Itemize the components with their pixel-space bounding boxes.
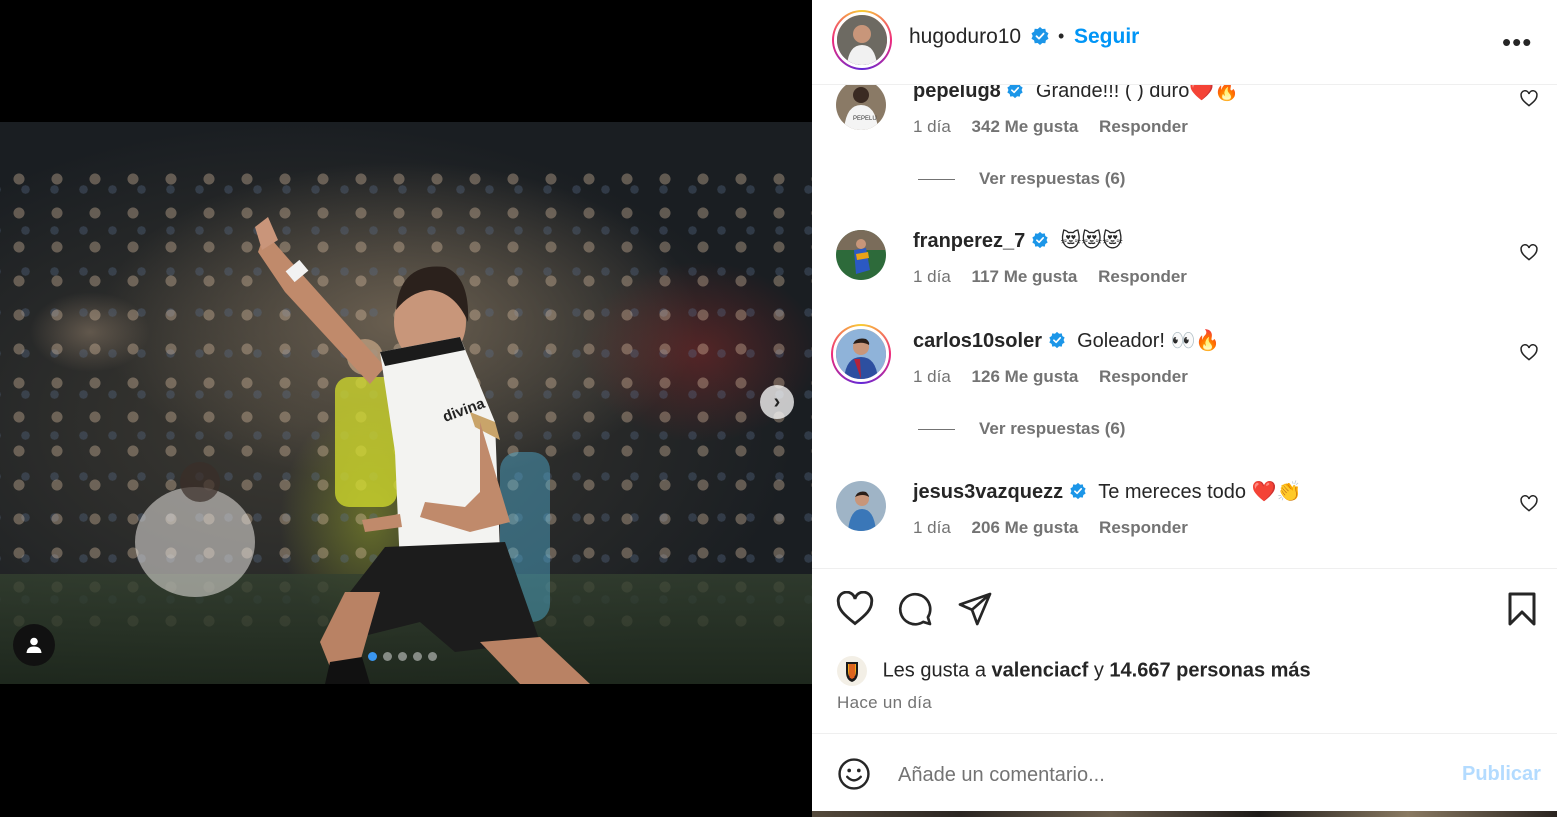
comment-meta: 1 día 206 Me gusta Responder	[913, 518, 1204, 538]
author-avatar-image	[837, 15, 887, 65]
commenter-avatar-image: PEPELU	[836, 85, 886, 130]
comment-username[interactable]: pepelug8	[913, 85, 1001, 102]
add-comment-bar: Publicar	[812, 733, 1557, 812]
verified-icon	[1069, 482, 1086, 499]
share-icon[interactable]	[957, 591, 993, 627]
view-replies-button[interactable]: Ver respuestas (6)	[918, 419, 1125, 439]
comment-meta: 1 día 126 Me gusta Responder	[913, 367, 1204, 387]
post-header: hugoduro10 • Seguir •••	[812, 0, 1557, 85]
user-tag-icon	[26, 637, 42, 653]
comment-meta: 1 día 342 Me gusta Responder	[913, 117, 1204, 137]
liker-avatar[interactable]	[837, 656, 867, 686]
comments-list[interactable]: PEPELU pepelug8 Grande!!! ( ) duro❤️🔥 1 …	[812, 85, 1557, 568]
carousel-indicator	[368, 652, 437, 661]
header-separator: •	[1058, 26, 1065, 46]
carousel-dot-3	[398, 652, 407, 661]
author-username-link[interactable]: hugoduro10	[909, 25, 1050, 49]
carousel-dot-5	[428, 652, 437, 661]
comment-like-heart-icon[interactable]	[1520, 90, 1538, 107]
publish-button[interactable]: Publicar	[1462, 763, 1541, 786]
likes-count-link[interactable]: 14.667 personas más	[1109, 659, 1310, 681]
view-replies-button[interactable]: Ver respuestas (6)	[918, 169, 1125, 189]
svg-text:PEPELU: PEPELU	[853, 116, 877, 122]
verified-icon	[1031, 26, 1049, 45]
player-figure: divina	[135, 217, 590, 684]
comment-time: 1 día	[913, 518, 951, 537]
view-replies-label: Ver respuestas (6)	[979, 169, 1126, 188]
comment-likes-link[interactable]: 342 Me gusta	[972, 117, 1079, 136]
comment-likes-link[interactable]: 206 Me gusta	[972, 518, 1079, 537]
comment-likes-link[interactable]: 126 Me gusta	[972, 367, 1079, 386]
commenter-avatar[interactable]: PEPELU	[836, 85, 886, 130]
comment-text: Goleador! 👀🔥	[1077, 330, 1221, 352]
valenciacf-logo-icon	[837, 656, 867, 686]
post-photo[interactable]: divina	[0, 122, 812, 684]
commenter-avatar-image	[836, 230, 886, 280]
likes-prefix: Les gusta a	[882, 659, 986, 682]
replies-line	[918, 179, 955, 181]
more-options-button[interactable]: •••	[1502, 27, 1532, 58]
carousel-dot-2	[383, 652, 392, 661]
comment-username[interactable]: franperez_7	[913, 230, 1025, 252]
reply-button[interactable]: Responder	[1098, 267, 1187, 286]
view-replies-label: Ver respuestas (6)	[979, 419, 1126, 438]
chevron-right-icon: ›	[773, 390, 781, 413]
commenter-avatar-image	[836, 329, 886, 379]
reply-button[interactable]: Responder	[1099, 367, 1188, 386]
comment-text: Grande!!! ( ) duro❤️🔥	[1035, 85, 1240, 102]
commenter-avatar[interactable]	[831, 324, 891, 384]
background-feed-strip	[812, 811, 1557, 817]
author-username: hugoduro10	[909, 25, 1022, 48]
comment-like-heart-icon[interactable]	[1520, 344, 1538, 361]
follow-button[interactable]: Seguir	[1074, 25, 1139, 49]
comment-like-heart-icon[interactable]	[1520, 495, 1538, 512]
replies-line	[918, 429, 955, 431]
comment-time: 1 día	[913, 117, 951, 136]
emoji-icon[interactable]	[837, 757, 871, 791]
commenter-avatar[interactable]	[836, 481, 886, 531]
carousel-next-button[interactable]: ›	[760, 385, 794, 419]
comment-meta: 1 día 117 Me gusta Responder	[913, 267, 1203, 287]
tagged-users-button[interactable]	[13, 624, 55, 666]
comment-text: 😻😻😻	[1060, 230, 1123, 252]
comment-time: 1 día	[913, 367, 951, 386]
author-avatar[interactable]	[832, 10, 892, 70]
comment-time: 1 día	[913, 267, 951, 286]
likes-summary: Les gusta a valenciacf y 14.667 personas…	[837, 656, 1311, 686]
commenter-avatar[interactable]	[836, 230, 886, 280]
media-panel: divina ›	[0, 0, 812, 817]
likes-connector: y	[1093, 659, 1104, 682]
carousel-dot-1	[368, 652, 377, 661]
reply-button[interactable]: Responder	[1099, 117, 1188, 136]
verified-icon	[1048, 331, 1065, 348]
commenter-avatar-image	[836, 481, 886, 531]
verified-icon	[1032, 231, 1048, 248]
comment-username[interactable]: carlos10soler	[913, 330, 1042, 352]
like-heart-icon[interactable]	[836, 591, 874, 626]
comment-like-heart-icon[interactable]	[1520, 244, 1538, 261]
liker-username[interactable]: valenciacf	[992, 659, 1089, 681]
post-actions: Les gusta a valenciacf y 14.667 personas…	[812, 568, 1557, 734]
comment-input[interactable]	[896, 760, 1420, 790]
post-side-panel: hugoduro10 • Seguir ••• PEPELU pepelug8	[812, 0, 1557, 817]
comment-icon[interactable]	[897, 591, 933, 627]
comment-text: Te mereces todo ❤️👏	[1098, 481, 1302, 503]
comment-likes-link[interactable]: 117 Me gusta	[972, 267, 1078, 286]
verified-icon	[1007, 85, 1024, 98]
bookmark-icon[interactable]	[1506, 591, 1538, 627]
comment-username[interactable]: jesus3vazquezz	[913, 481, 1063, 503]
reply-button[interactable]: Responder	[1099, 518, 1188, 537]
carousel-dot-4	[413, 652, 422, 661]
post-time[interactable]: Hace un día	[837, 693, 932, 713]
